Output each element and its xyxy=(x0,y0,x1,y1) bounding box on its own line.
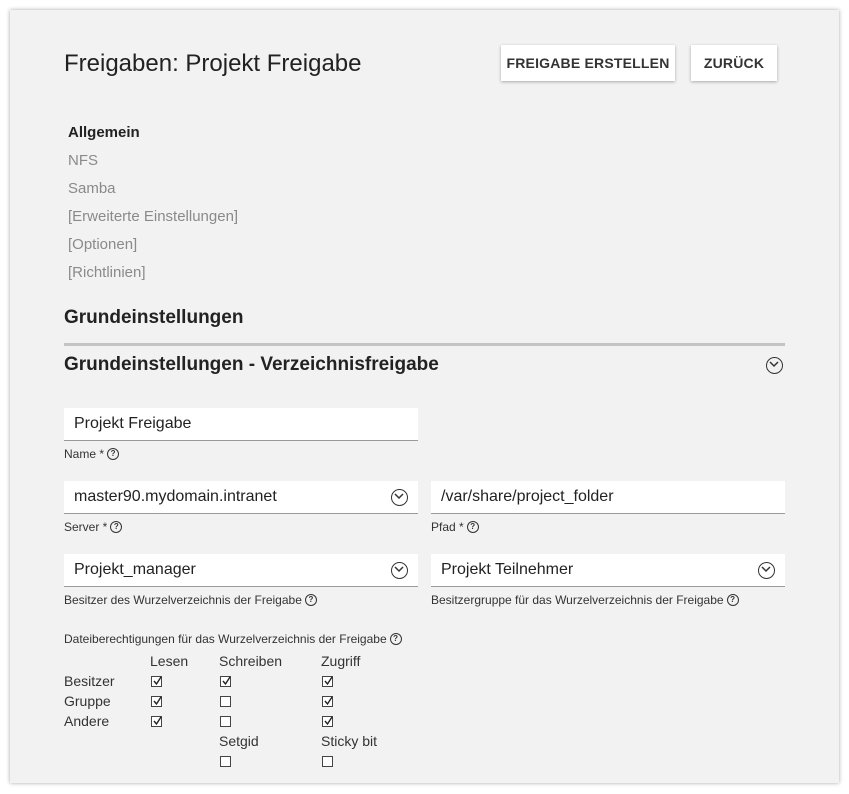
perm-checkbox[interactable] xyxy=(151,716,162,727)
owner-value: Projekt_manager xyxy=(74,561,196,578)
create-share-button[interactable]: FREIGABE ERSTELLEN xyxy=(501,45,675,81)
perm-checkbox[interactable] xyxy=(220,716,231,727)
perm-checkbox[interactable] xyxy=(151,676,162,687)
nav-item-options[interactable]: [Optionen] xyxy=(68,236,137,253)
group-select[interactable]: Projekt Teilnehmer xyxy=(431,554,785,587)
perm-row-other: Andere xyxy=(64,713,110,729)
help-icon[interactable]: ? xyxy=(107,448,120,460)
owner-label-text: Besitzer des Wurzelverzeichnis der Freig… xyxy=(64,593,302,607)
perm-checkbox[interactable] xyxy=(322,696,333,707)
name-label: Name *? xyxy=(64,447,120,461)
back-button[interactable]: ZURÜCK xyxy=(691,45,777,81)
nav-item-nfs[interactable]: NFS xyxy=(68,152,98,169)
name-value: Projekt Freigabe xyxy=(74,415,192,432)
nav-item-policies[interactable]: [Richtlinien] xyxy=(68,264,146,281)
nav-item-allgemein[interactable]: Allgemein xyxy=(68,124,140,141)
path-field[interactable]: /var/share/project_folder xyxy=(431,481,785,514)
perm-col-read: Lesen xyxy=(150,653,189,669)
server-select[interactable]: master90.mydomain.intranet xyxy=(64,481,418,514)
perm-checkbox[interactable] xyxy=(151,696,162,707)
group-value: Projekt Teilnehmer xyxy=(441,561,574,578)
server-label: Server *? xyxy=(64,520,123,534)
help-icon[interactable]: ? xyxy=(304,594,317,606)
chevron-down-circle-icon[interactable] xyxy=(391,562,408,579)
perm-checkbox[interactable] xyxy=(322,716,333,727)
page-title: Freigaben: Projekt Freigabe xyxy=(64,50,362,77)
group-label-text: Besitzergruppe für das Wurzelverzeichnis… xyxy=(431,593,724,607)
help-icon[interactable]: ? xyxy=(466,521,479,533)
owner-select[interactable]: Projekt_manager xyxy=(64,554,418,587)
permissions-label: Dateiberechtigungen für das Wurzelverzei… xyxy=(64,632,402,646)
perm-checkbox[interactable] xyxy=(220,696,231,707)
path-label: Pfad *? xyxy=(431,520,479,534)
owner-label: Besitzer des Wurzelverzeichnis der Freig… xyxy=(64,593,317,607)
perm-checkbox[interactable] xyxy=(220,676,231,687)
help-icon[interactable]: ? xyxy=(110,521,123,533)
permissions-label-text: Dateiberechtigungen für das Wurzelverzei… xyxy=(64,632,387,646)
setgid-checkbox[interactable] xyxy=(220,756,231,767)
perm-col-write: Schreiben xyxy=(219,653,283,669)
nav-item-advanced[interactable]: [Erweiterte Einstellungen] xyxy=(68,208,238,225)
help-icon[interactable]: ? xyxy=(726,594,739,606)
name-field[interactable]: Projekt Freigabe xyxy=(64,408,418,441)
perm-setgid-label: Setgid xyxy=(219,733,259,749)
chevron-down-circle-icon[interactable] xyxy=(766,357,783,374)
main-panel: Freigaben: Projekt Freigabe FREIGABE ERS… xyxy=(10,10,839,783)
path-label-text: Pfad * xyxy=(431,520,464,534)
perm-sticky-label: Sticky bit xyxy=(321,733,378,749)
perm-col-access: Zugriff xyxy=(321,653,361,669)
subsection-title: Grundeinstellungen - Verzeichnisfreigabe xyxy=(64,354,439,375)
chevron-down-circle-icon[interactable] xyxy=(758,562,775,579)
server-label-text: Server * xyxy=(64,520,108,534)
chevron-down-circle-icon[interactable] xyxy=(391,489,408,506)
perm-checkbox[interactable] xyxy=(322,676,333,687)
section-title: Grundeinstellungen xyxy=(64,307,244,328)
help-icon[interactable]: ? xyxy=(389,633,402,645)
perm-row-group: Gruppe xyxy=(64,693,111,709)
sticky-bit-checkbox[interactable] xyxy=(322,756,333,767)
group-label: Besitzergruppe für das Wurzelverzeichnis… xyxy=(431,593,739,607)
perm-row-owner: Besitzer xyxy=(64,673,115,689)
name-label-text: Name * xyxy=(64,447,105,461)
section-divider xyxy=(64,343,785,346)
path-value: /var/share/project_folder xyxy=(441,488,614,505)
server-value: master90.mydomain.intranet xyxy=(74,488,277,505)
nav-item-samba[interactable]: Samba xyxy=(68,180,116,197)
